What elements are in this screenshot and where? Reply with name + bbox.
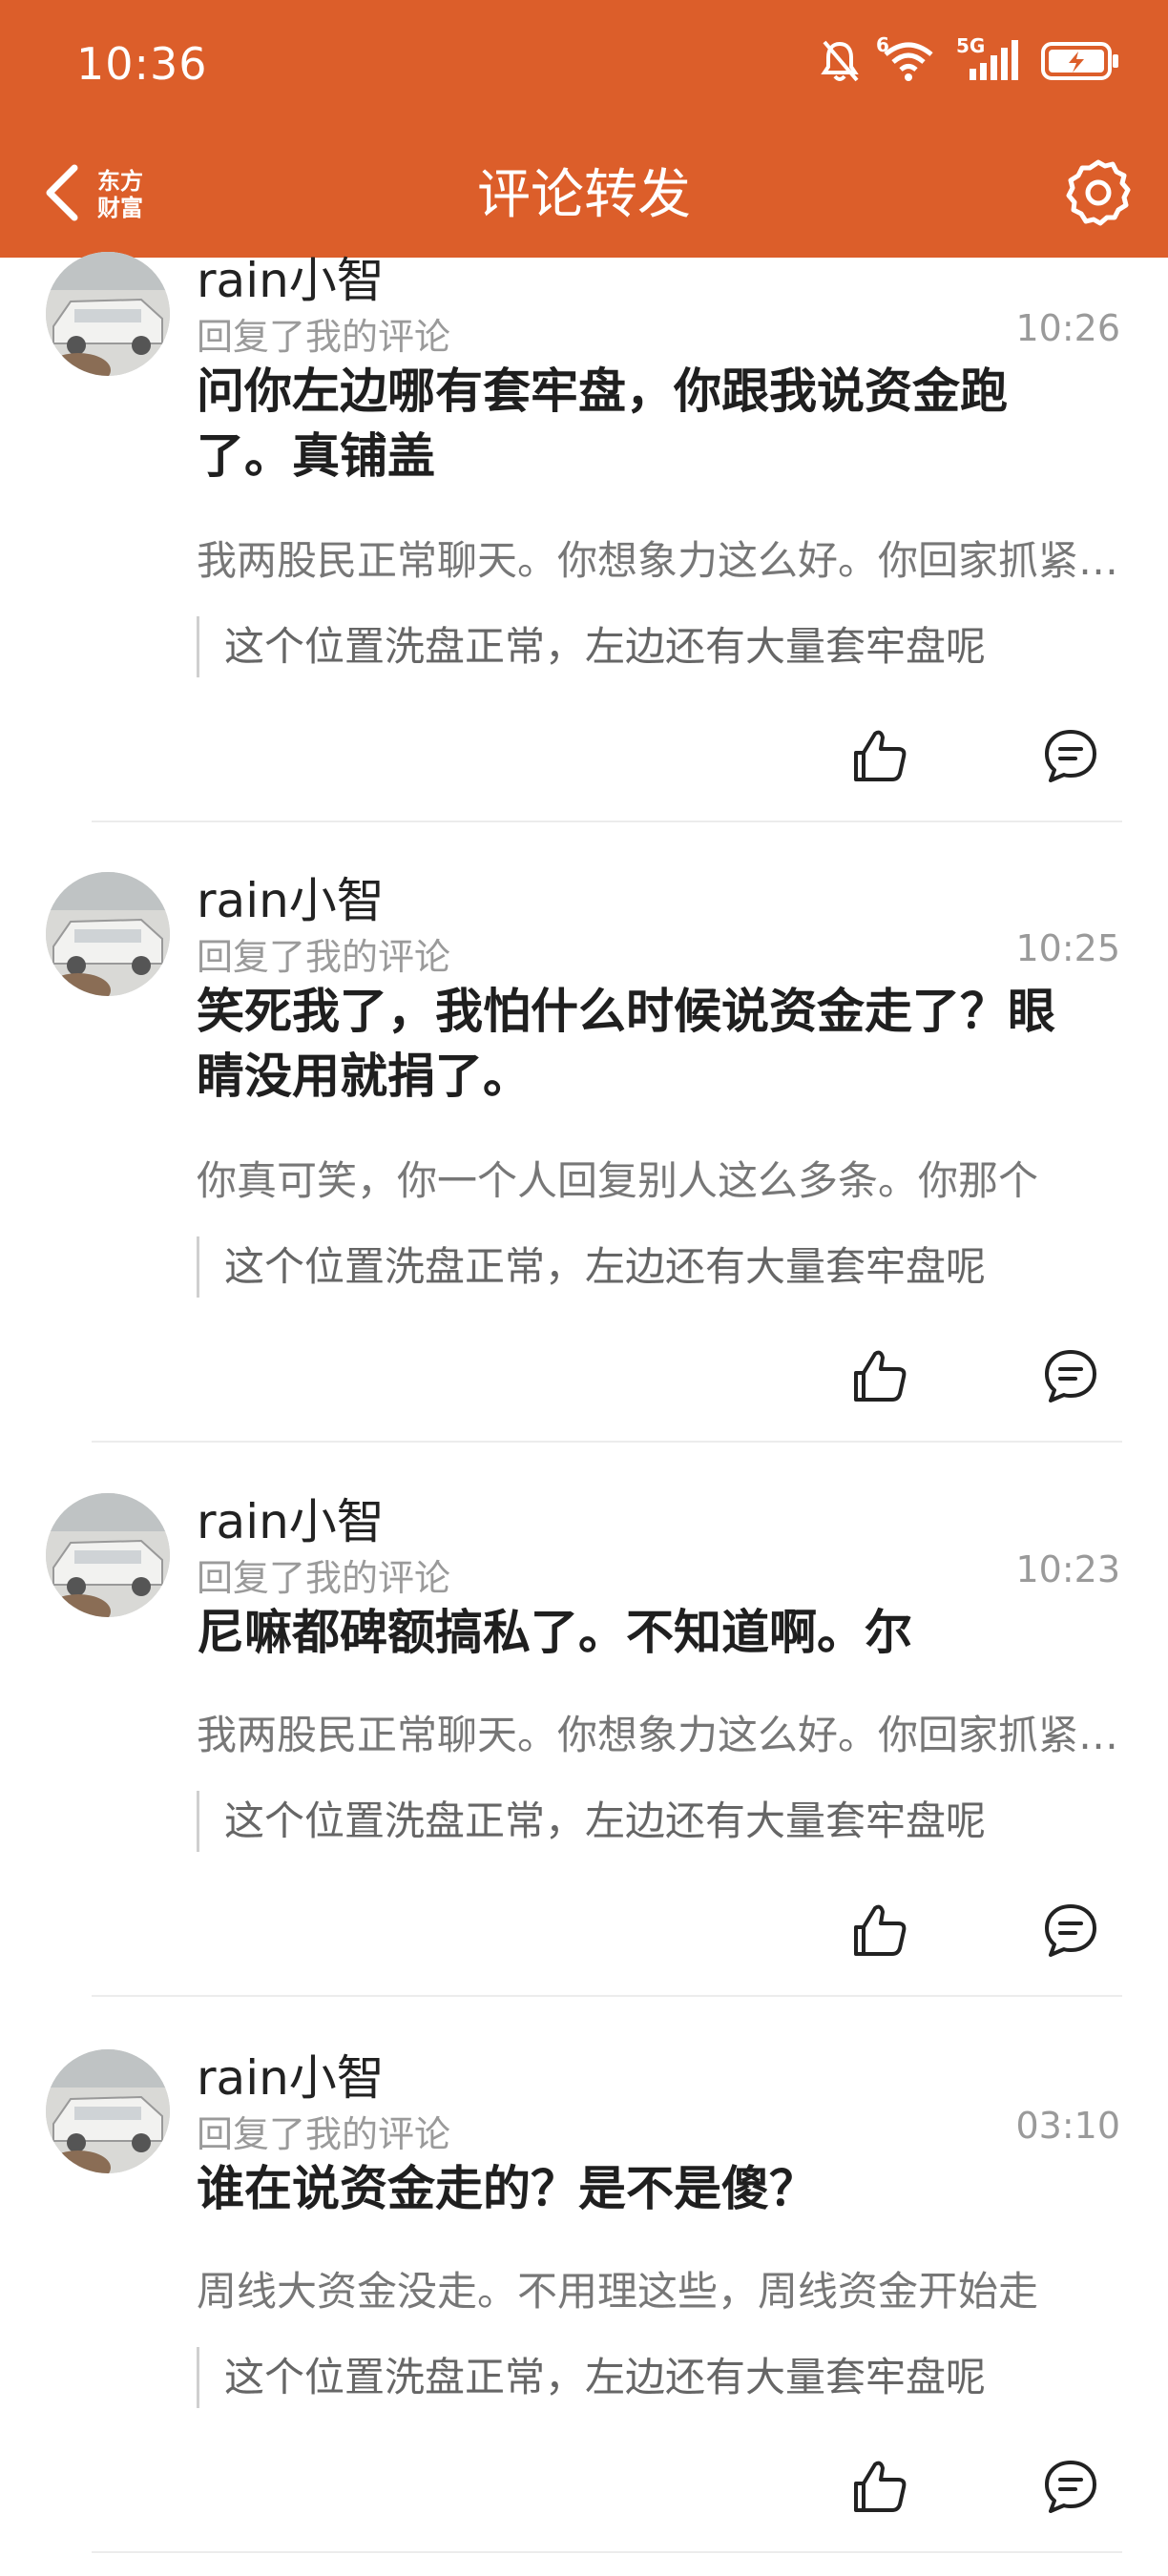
reply-action-label: 回复了我的评论 xyxy=(197,316,451,358)
like-button[interactable] xyxy=(842,2450,918,2526)
username[interactable]: rain小智 xyxy=(197,2040,385,2109)
username[interactable]: rain小智 xyxy=(197,862,385,931)
thumbs-up-icon xyxy=(850,2457,909,2520)
comment-time: 03:10 xyxy=(1015,2105,1120,2147)
reply-text[interactable]: 谁在说资金走的？是不是傻？ xyxy=(197,2156,1084,2221)
reply-button[interactable] xyxy=(1032,2450,1109,2526)
avatar[interactable] xyxy=(46,872,170,996)
like-button[interactable] xyxy=(842,1340,918,1416)
gear-icon xyxy=(1061,156,1136,235)
reply-button[interactable] xyxy=(1032,1894,1109,1970)
page-title: 评论转发 xyxy=(477,164,691,226)
app-root: 10:36 6 5G 评论转发 东方 财富 rain小智 回复了我的评论 10:… xyxy=(0,0,1168,2576)
status-bar: 10:36 6 5G xyxy=(0,0,1168,134)
divider xyxy=(92,1441,1122,1443)
signal-icon: 5G xyxy=(956,34,1019,82)
comment-bubble-icon xyxy=(1041,726,1100,789)
reply-action-label: 回复了我的评论 xyxy=(197,1557,451,1599)
comment-time: 10:26 xyxy=(1015,307,1120,349)
reply-text[interactable]: 问你左边哪有套牢盘，你跟我说资金跑了。真铺盖 xyxy=(197,359,1084,488)
chevron-left-icon xyxy=(40,162,82,227)
reply-text[interactable]: 笑死我了，我怕什么时候说资金走了？眼睛没用就捐了。 xyxy=(197,979,1084,1109)
like-button[interactable] xyxy=(842,719,918,796)
like-button[interactable] xyxy=(842,1894,918,1970)
thumbs-up-icon xyxy=(850,1901,909,1963)
quoted-comment[interactable]: 这个位置洗盘正常，左边还有大量套牢盘呢 xyxy=(197,1236,1120,1298)
comment-bubble-icon xyxy=(1041,2457,1100,2520)
mute-bell-icon xyxy=(819,38,861,84)
avatar[interactable] xyxy=(46,2049,170,2173)
divider xyxy=(92,1995,1122,1997)
my-comment-text[interactable]: 我两股民正常聊天。你想象力这么好。你回家抓紧时间 xyxy=(197,529,1120,587)
my-comment-text[interactable]: 你真可笑，你一个人回复别人这么多条。你那个 xyxy=(197,1149,1120,1207)
my-comment-text[interactable]: 周线大资金没走。不用理这些，周线资金开始走 xyxy=(197,2259,1120,2317)
comment-bubble-icon xyxy=(1041,1346,1100,1409)
divider xyxy=(92,821,1122,822)
avatar[interactable] xyxy=(46,252,170,376)
my-comment-text[interactable]: 我两股民正常聊天。你想象力这么好。你回家抓紧时间 xyxy=(197,1703,1120,1761)
reply-button[interactable] xyxy=(1032,719,1109,796)
app-header: 评论转发 东方 财富 xyxy=(0,134,1168,258)
comment-bubble-icon xyxy=(1041,1901,1100,1963)
wifi-label: 6 xyxy=(876,33,889,56)
status-time: 10:36 xyxy=(76,38,208,90)
reply-action-label: 回复了我的评论 xyxy=(197,936,451,978)
quoted-comment[interactable]: 这个位置洗盘正常，左边还有大量套牢盘呢 xyxy=(197,1791,1120,1852)
divider xyxy=(92,2551,1122,2553)
wifi-icon: 6 xyxy=(876,33,935,83)
eastmoney-logo: 东方 财富 xyxy=(88,156,153,233)
comment-time: 10:23 xyxy=(1015,1548,1120,1590)
quoted-comment[interactable]: 这个位置洗盘正常，左边还有大量套牢盘呢 xyxy=(197,616,1120,677)
status-icons: 6 5G xyxy=(819,33,1120,84)
reply-action-label: 回复了我的评论 xyxy=(197,2113,451,2155)
avatar[interactable] xyxy=(46,1493,170,1617)
comment-time: 10:25 xyxy=(1015,927,1120,969)
username[interactable]: rain小智 xyxy=(197,1484,385,1552)
username[interactable]: rain小智 xyxy=(197,242,385,311)
battery-charging-icon xyxy=(1040,40,1120,82)
thumbs-up-icon xyxy=(850,726,909,789)
reply-button[interactable] xyxy=(1032,1340,1109,1416)
thumbs-up-icon xyxy=(850,1346,909,1409)
settings-button[interactable] xyxy=(1057,155,1139,237)
network-label: 5G xyxy=(956,34,986,57)
reply-text[interactable]: 尼嘛都碑额搞私了。不知道啊。尔 xyxy=(197,1600,1084,1665)
logo-line-2: 财富 xyxy=(97,195,143,221)
logo-line-1: 东方 xyxy=(97,168,143,195)
quoted-comment[interactable]: 这个位置洗盘正常，左边还有大量套牢盘呢 xyxy=(197,2347,1120,2408)
